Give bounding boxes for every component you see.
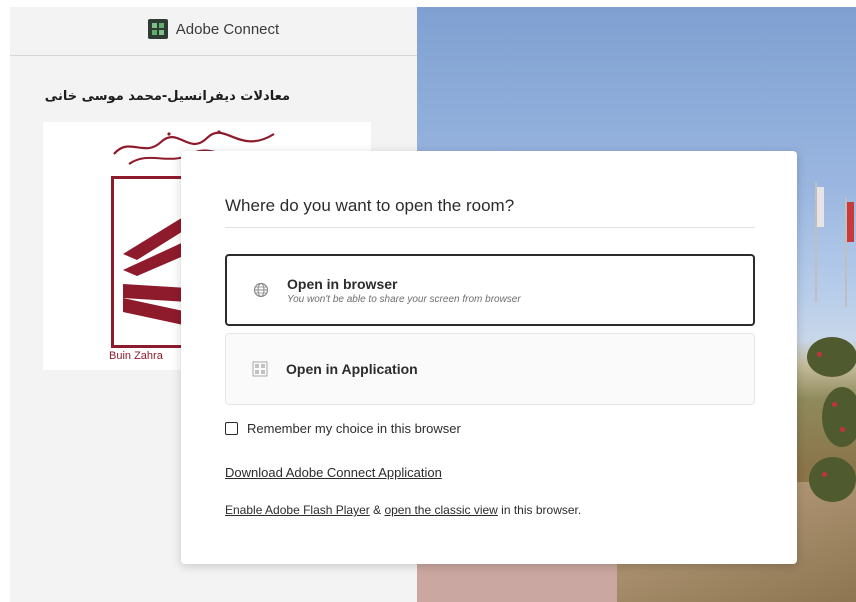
- flower: [840, 427, 845, 432]
- dialog-title: Where do you want to open the room?: [225, 196, 515, 215]
- classic-suffix-text: in this browser.: [497, 503, 582, 517]
- open-room-dialog: Where do you want to open the room? Open…: [181, 151, 797, 564]
- ampersand-text: &: [369, 503, 385, 517]
- header-divider: [10, 55, 417, 56]
- app-name: Adobe Connect: [175, 20, 280, 38]
- flag: [847, 202, 854, 242]
- bush: [807, 337, 856, 377]
- logo-caption: Buin Zahra: [109, 350, 163, 362]
- app-icon: [252, 361, 268, 377]
- app-header: Adobe Connect: [10, 7, 417, 51]
- flower: [832, 402, 837, 407]
- adobe-connect-logo-icon: [147, 19, 168, 39]
- dialog-divider: [225, 227, 755, 228]
- option-subtitle: You won't be able to share your screen f…: [287, 293, 521, 305]
- option-title: Open in browser: [287, 275, 398, 292]
- flower: [817, 352, 822, 357]
- open-in-application-option[interactable]: Open in Application: [225, 333, 755, 405]
- room-title: معادلات دیفرانسیل-محمد موسی خانی: [44, 89, 290, 104]
- remember-choice[interactable]: Remember my choice in this browser: [225, 421, 461, 436]
- remember-checkbox[interactable]: [225, 422, 238, 435]
- flash-line: Enable Adobe Flash Player & open the cla…: [225, 503, 581, 517]
- option-title: Open in Application: [286, 361, 418, 377]
- classic-view-link[interactable]: open the classic view: [384, 503, 497, 517]
- flower: [822, 472, 827, 477]
- enable-flash-link[interactable]: Enable Adobe Flash Player: [225, 503, 370, 517]
- flag: [817, 187, 824, 227]
- remember-label: Remember my choice in this browser: [247, 421, 461, 436]
- globe-icon: [253, 282, 269, 298]
- bush: [809, 457, 856, 502]
- download-app-link[interactable]: Download Adobe Connect Application: [225, 465, 442, 480]
- open-in-browser-option[interactable]: Open in browser You won't be able to sha…: [225, 254, 755, 326]
- bush: [822, 387, 856, 447]
